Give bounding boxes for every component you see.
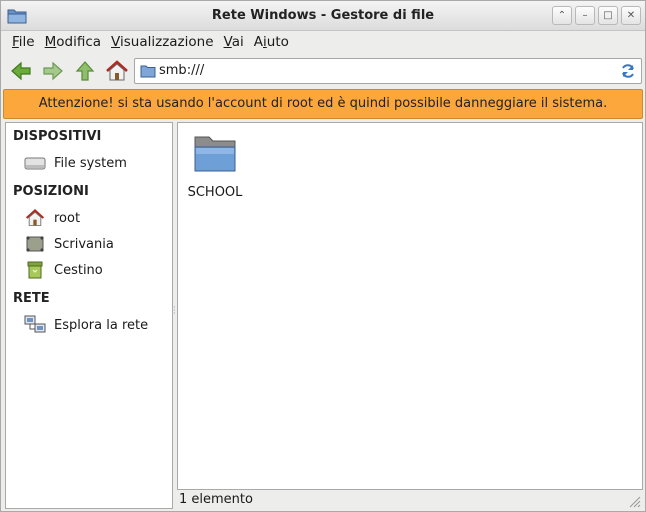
status-bar: 1 elemento [177, 490, 643, 510]
sidebar-section-posizioni: POSIZIONI [13, 184, 89, 199]
menu-aiuto[interactable]: Aiuto [249, 31, 294, 53]
sidebar-item-label: Cestino [54, 262, 103, 278]
sidebar-item-cestino[interactable]: Cestino [24, 259, 103, 281]
close-button[interactable]: ✕ [621, 6, 641, 25]
resize-grip-icon[interactable] [627, 494, 641, 508]
network-folder-icon [140, 65, 156, 78]
menu-vai[interactable]: Vai [219, 31, 249, 53]
sidebar-item-label: File system [54, 155, 127, 171]
maximize-button[interactable]: □ [598, 6, 618, 25]
up-arrow-icon[interactable] [73, 59, 97, 83]
status-text: 1 elemento [179, 492, 253, 507]
location-bar[interactable]: smb:/// [134, 58, 642, 84]
minimize-button[interactable]: – [575, 6, 595, 25]
drive-icon [24, 157, 46, 170]
network-icon [24, 315, 46, 333]
menu-visualizzazione[interactable]: Visualizzazione [106, 31, 218, 53]
file-item-school[interactable]: SCHOOL [184, 133, 246, 200]
refresh-icon[interactable] [619, 62, 637, 80]
sidebar-item-scrivania[interactable]: Scrivania [24, 233, 114, 255]
file-name: SCHOOL [187, 185, 243, 200]
toolbar: smb:/// [1, 55, 645, 87]
sidebar-section-dispositivi: DISPOSITIVI [13, 129, 102, 144]
menu-bar: File Modifica Visualizzazione Vai Aiuto [1, 31, 645, 53]
forward-arrow-icon[interactable] [41, 59, 65, 83]
file-view[interactable]: SCHOOL [177, 122, 643, 490]
window-menu-button[interactable]: ⌃ [552, 6, 572, 25]
sidebar-section-rete: RETE [13, 291, 50, 306]
window-title: Rete Windows - Gestore di file [211, 8, 435, 23]
sidebar-item-file-system[interactable]: File system [24, 152, 127, 174]
menu-file[interactable]: File [7, 31, 40, 53]
sidebar-item-root[interactable]: root [24, 207, 80, 229]
sidebar: DISPOSITIVI File system POSIZIONI root S… [5, 122, 173, 509]
sidebar-item-label: Esplora la rete [54, 317, 149, 333]
sidebar-item-label: root [54, 210, 81, 226]
desktop-icon [26, 236, 44, 252]
home-icon [25, 209, 45, 226]
location-path[interactable]: smb:/// [159, 63, 204, 78]
menu-modifica[interactable]: Modifica [40, 31, 106, 53]
trash-icon [27, 261, 43, 279]
file-manager-window: Rete Windows - Gestore di file ⌃ – □ ✕ F… [0, 0, 646, 512]
back-arrow-icon[interactable] [9, 59, 33, 83]
sidebar-item-label: Scrivania [54, 236, 114, 252]
folder-icon [194, 136, 236, 172]
home-icon[interactable] [105, 59, 129, 83]
sidebar-item-esplora-rete[interactable]: Esplora la rete [24, 314, 148, 336]
title-bar[interactable]: Rete Windows - Gestore di file ⌃ – □ ✕ [1, 1, 645, 31]
root-warning-banner: Attenzione! si sta usando l'account di r… [3, 89, 643, 119]
